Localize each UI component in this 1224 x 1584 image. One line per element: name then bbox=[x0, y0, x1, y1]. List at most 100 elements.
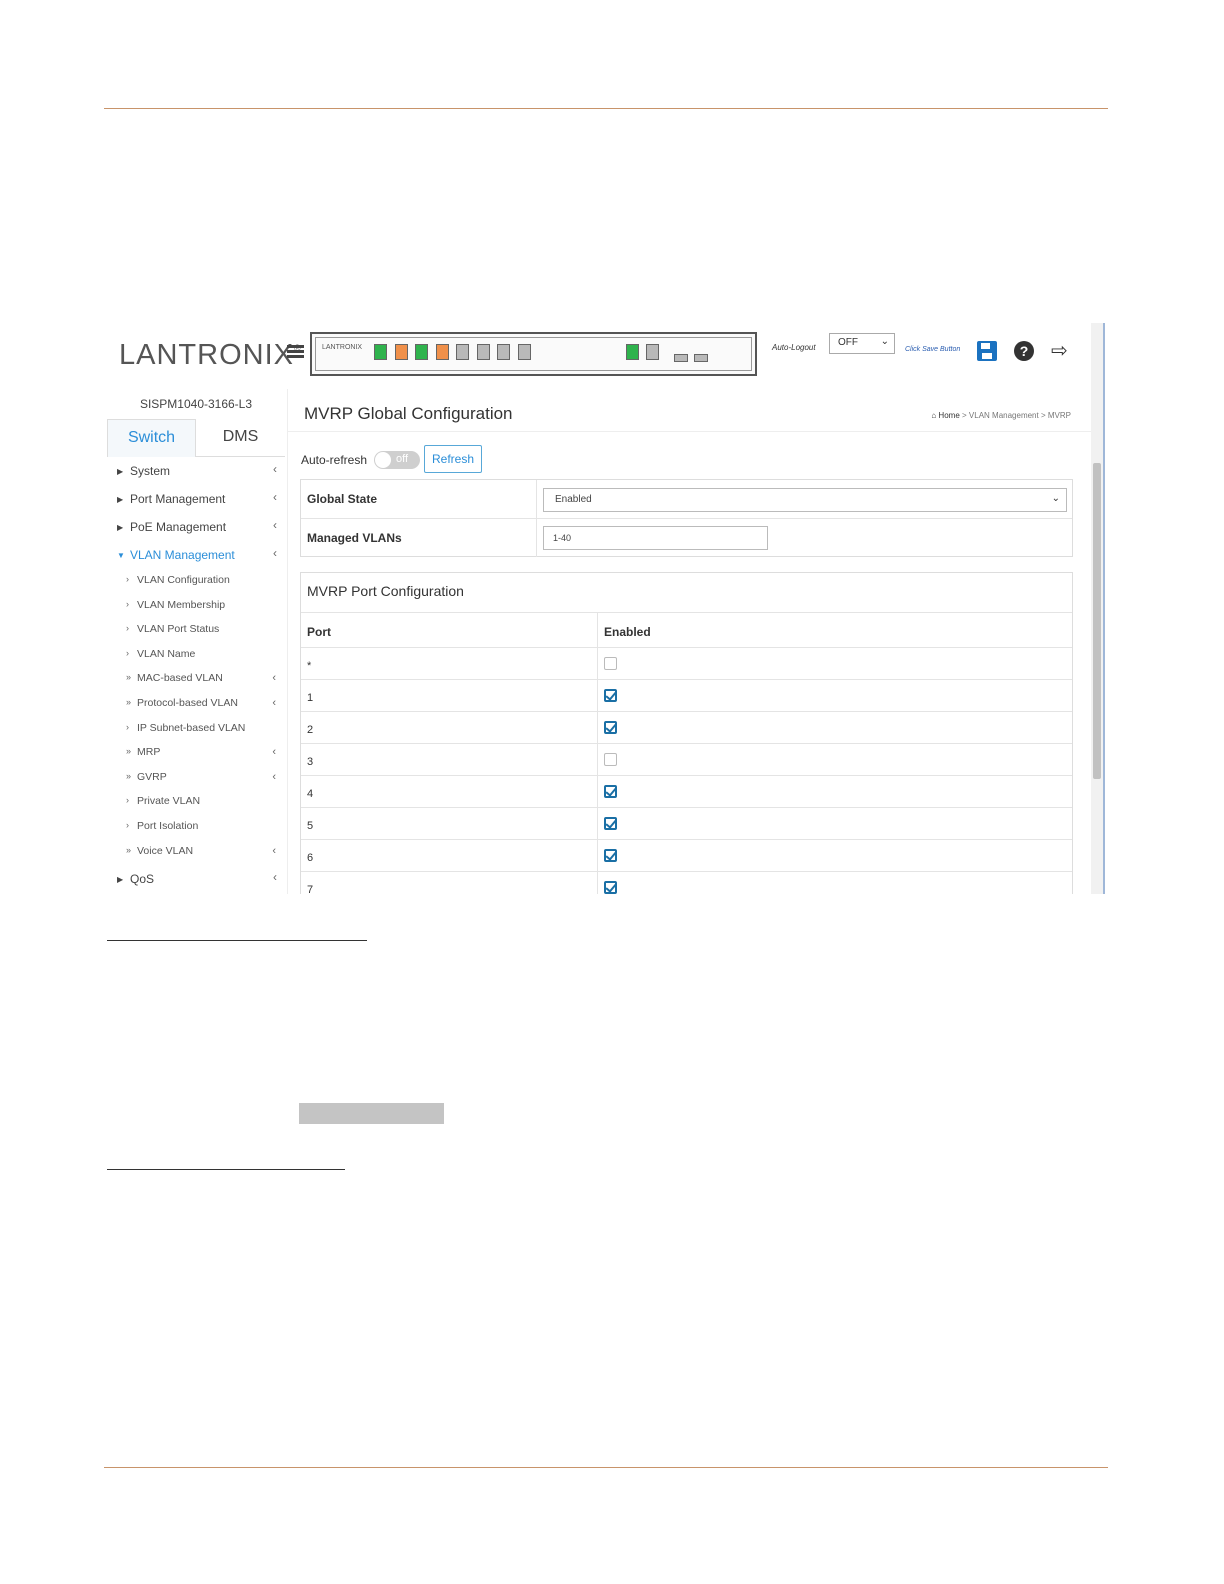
sidebar-item-label: PoE Management bbox=[130, 520, 227, 534]
port-icon[interactable] bbox=[497, 344, 510, 360]
chevron-left-icon: ‹ bbox=[272, 746, 276, 759]
chevron-right-icon: › bbox=[126, 820, 129, 830]
menu-icon[interactable] bbox=[287, 345, 304, 359]
tab-dms[interactable]: DMS bbox=[196, 419, 285, 457]
footer-rule bbox=[104, 1467, 1108, 1468]
auto-logout-select[interactable]: OFF ⌄ bbox=[829, 333, 895, 354]
auto-logout-label: Auto-Logout bbox=[772, 343, 816, 352]
document-link-underline bbox=[107, 1169, 345, 1170]
page-title: MVRP Global Configuration bbox=[304, 404, 513, 423]
scrollbar[interactable] bbox=[1091, 323, 1103, 894]
port-number: 5 bbox=[307, 820, 314, 832]
port-icon[interactable] bbox=[374, 344, 387, 360]
caret-icon: ▶ bbox=[117, 523, 124, 532]
scrollbar-thumb[interactable] bbox=[1093, 463, 1101, 779]
table-row: 5 bbox=[301, 807, 1072, 839]
sfp-port-icon[interactable] bbox=[646, 344, 659, 360]
tab-switch[interactable]: Switch bbox=[107, 419, 196, 457]
sidebar-item-label: Port Management bbox=[130, 492, 226, 506]
global-config-table: Global State Enabled ⌄ Managed VLANs 1-4… bbox=[300, 479, 1073, 557]
uplink-port-icon[interactable] bbox=[674, 354, 688, 362]
header-rule bbox=[104, 108, 1108, 109]
help-icon[interactable]: ? bbox=[1014, 341, 1034, 361]
chevron-left-icon: ‹ bbox=[273, 490, 277, 504]
auto-refresh-label: Auto-refresh bbox=[301, 453, 368, 467]
sidebar-subitem-label: VLAN Membership bbox=[137, 598, 226, 611]
chevron-down-icon: ⌄ bbox=[880, 336, 889, 347]
breadcrumb-vlan-management[interactable]: VLAN Management bbox=[969, 411, 1039, 420]
sidebar-item-label: VLAN Management bbox=[130, 548, 235, 562]
sidebar-item-label: System bbox=[130, 464, 171, 478]
chevron-left-icon: ‹ bbox=[272, 770, 276, 783]
chevron-right-icon: › bbox=[126, 598, 129, 609]
chevron-left-icon: ‹ bbox=[272, 672, 276, 685]
sidebar-subitem-label: Port Isolation bbox=[137, 820, 199, 832]
table-row: 1 bbox=[301, 679, 1072, 711]
global-state-select[interactable]: Enabled ⌄ bbox=[543, 488, 1067, 512]
sfp-port-icon[interactable] bbox=[626, 344, 639, 360]
breadcrumb-home[interactable]: Home bbox=[938, 411, 959, 420]
chevron-left-icon: ‹ bbox=[273, 870, 277, 884]
breadcrumb: ⌂ Home > VLAN Management > MVRP bbox=[931, 411, 1071, 420]
auto-refresh-toggle[interactable]: off bbox=[374, 451, 420, 469]
chevron-left-icon: ‹ bbox=[272, 844, 276, 857]
chevron-left-icon: ‹ bbox=[273, 518, 277, 532]
enabled-checkbox[interactable] bbox=[604, 689, 617, 702]
chevron-left-icon: ‹ bbox=[272, 697, 276, 709]
enabled-checkbox[interactable] bbox=[604, 849, 617, 862]
sidebar-item-label: QoS bbox=[130, 872, 155, 886]
caret-icon: ▼ bbox=[117, 551, 125, 560]
sidebar-subitem-label: GVRP bbox=[137, 770, 167, 783]
redacted-block bbox=[299, 1103, 444, 1124]
chevron-right-icon: » bbox=[126, 746, 132, 757]
caret-icon: ▶ bbox=[117, 495, 124, 504]
managed-vlans-row: Managed VLANs 1-40 bbox=[301, 518, 1072, 557]
enabled-checkbox[interactable] bbox=[604, 753, 617, 766]
sidebar-subitem-label: VLAN Port Status bbox=[137, 623, 220, 636]
port-icon[interactable] bbox=[456, 344, 469, 360]
logout-icon[interactable]: ⇨ bbox=[1051, 341, 1071, 361]
enabled-checkbox[interactable] bbox=[604, 881, 617, 894]
sidebar: SISPM1040-3166-L3 Switch DMS ▶ System ‹ ▶ Po… bbox=[107, 389, 285, 894]
chevron-right-icon: › bbox=[126, 574, 129, 584]
port-icon[interactable] bbox=[415, 344, 428, 360]
port-number: 6 bbox=[307, 852, 314, 864]
sidebar-subitem-label: IP Subnet-based VLAN bbox=[137, 721, 246, 734]
sidebar-subitem-label: VLAN Name bbox=[137, 647, 196, 660]
table-row: 6 bbox=[301, 839, 1072, 871]
chevron-right-icon: » bbox=[126, 672, 132, 683]
enabled-checkbox[interactable] bbox=[604, 657, 617, 670]
refresh-button[interactable]: Refresh bbox=[424, 445, 482, 473]
top-bar: LANTRONIX® LANTRONIX Auto-Logout OFF ⌄ C… bbox=[107, 323, 1091, 389]
switch-port-panel: LANTRONIX bbox=[310, 332, 757, 376]
port-icon[interactable] bbox=[435, 344, 449, 360]
caret-icon: ▶ bbox=[117, 467, 124, 476]
chevron-left-icon: ‹ bbox=[273, 462, 277, 476]
sidebar-subitem-label: MAC-based VLAN bbox=[137, 672, 223, 685]
sidebar-subitem-label: VLAN Configuration bbox=[137, 574, 230, 586]
chevron-left-icon: ‹ bbox=[273, 546, 277, 560]
enabled-checkbox[interactable] bbox=[604, 721, 617, 734]
port-number: 1 bbox=[307, 692, 314, 704]
port-number: 7 bbox=[307, 884, 314, 894]
chevron-right-icon: » bbox=[126, 844, 132, 855]
uplink-port-icon[interactable] bbox=[694, 354, 708, 362]
port-config-section: MVRP Port Configuration Port Enabled * 1 2… bbox=[300, 572, 1073, 894]
chevron-right-icon: » bbox=[126, 770, 132, 781]
port-number: 4 bbox=[307, 788, 314, 800]
main-content: MVRP Global Configuration ⌂ Home > VLAN … bbox=[287, 389, 1092, 894]
enabled-checkbox[interactable] bbox=[604, 785, 617, 798]
lantronix-logo: LANTRONIX® bbox=[119, 339, 302, 371]
chevron-right-icon: › bbox=[126, 721, 129, 732]
managed-vlans-input[interactable]: 1-40 bbox=[543, 526, 768, 550]
port-icon[interactable] bbox=[394, 344, 408, 360]
section-title: MVRP Port Configuration bbox=[307, 583, 464, 599]
port-icon[interactable] bbox=[517, 344, 531, 360]
save-icon[interactable] bbox=[977, 341, 997, 361]
sidebar-subitem-label: MRP bbox=[137, 746, 161, 759]
port-icon[interactable] bbox=[476, 344, 490, 360]
enabled-checkbox[interactable] bbox=[604, 817, 617, 830]
managed-vlans-label: Managed VLANs bbox=[307, 531, 402, 545]
chevron-right-icon: › bbox=[126, 647, 129, 658]
chevron-right-icon: › bbox=[126, 795, 129, 806]
